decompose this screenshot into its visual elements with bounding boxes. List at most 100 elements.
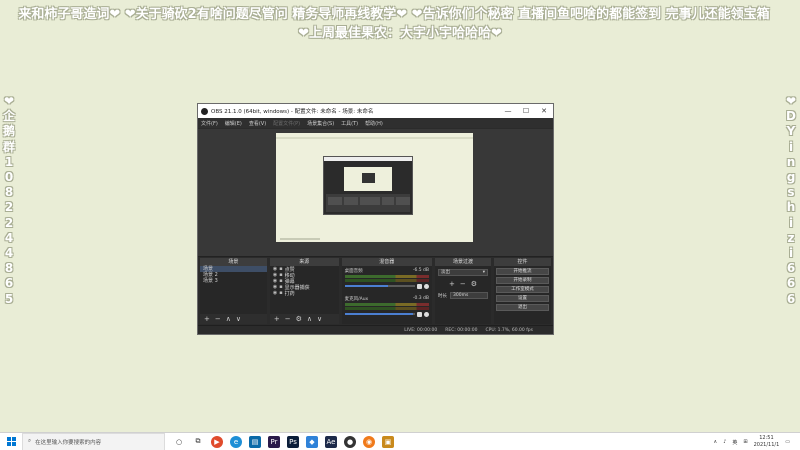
channel-name: 麦克风/Aux: [344, 297, 369, 302]
vertical-char: 1: [4, 154, 14, 169]
gear-icon[interactable]: [424, 283, 429, 289]
right-vertical-text: ❤ D Y i n g s h i z i 6 6 6: [783, 94, 799, 307]
remove-scene-button[interactable]: −: [215, 315, 221, 323]
source-item[interactable]: ◉ ▪ 打药: [270, 290, 339, 297]
scenes-toolbar: + − ∧ ∨: [200, 314, 267, 324]
volume-fill: [344, 313, 413, 315]
media-player-icon[interactable]: ▶: [211, 435, 223, 448]
start-streaming-button[interactable]: 开始推流: [496, 268, 549, 275]
audio-meter: [344, 303, 429, 306]
gear-icon[interactable]: [424, 311, 429, 317]
start-recording-button[interactable]: 开始录制: [496, 277, 549, 284]
volume-slider[interactable]: [344, 313, 415, 315]
search-icon: ⌕: [28, 438, 32, 444]
menu-view[interactable]: 查看(V): [249, 120, 266, 127]
remove-transition-button[interactable]: −: [460, 280, 466, 288]
notification-icon[interactable]: ▭: [785, 439, 790, 445]
vertical-char: s: [787, 185, 795, 200]
add-scene-button[interactable]: +: [204, 315, 210, 323]
gear-icon[interactable]: ⚙: [296, 315, 302, 323]
after-effects-icon[interactable]: Ae: [325, 435, 337, 448]
vertical-char: 4: [4, 230, 14, 245]
transition-buttons: + − ⚙: [435, 280, 491, 288]
vertical-char: 2: [4, 200, 14, 215]
sources-dock-title: 来源: [269, 258, 339, 266]
menu-help[interactable]: 帮助(H): [365, 120, 383, 127]
sources-toolbar: + − ⚙ ∧ ∨: [269, 314, 339, 324]
duration-row: 时长 300ms: [438, 292, 489, 299]
grid-icon[interactable]: ⊞: [743, 439, 747, 445]
maximize-button[interactable]: ☐: [517, 107, 535, 115]
vertical-char: 0: [4, 170, 14, 185]
minimize-button[interactable]: —: [499, 107, 517, 115]
gear-icon[interactable]: ⚙: [471, 280, 477, 288]
remove-source-button[interactable]: −: [285, 315, 291, 323]
taskbar-clock[interactable]: 12:51 2021/11/1: [754, 435, 780, 449]
move-up-icon[interactable]: ∧: [307, 315, 312, 323]
app-icon[interactable]: ▣: [382, 435, 394, 448]
speaker-icon[interactable]: [417, 283, 422, 289]
mixer-channel-mic: 麦克风/Aux -0.3 dB: [342, 294, 432, 322]
speaker-icon[interactable]: ♪: [723, 439, 726, 445]
transition-select[interactable]: 淡出 ▾: [438, 269, 489, 276]
nested-dock-block: [360, 197, 380, 205]
menu-tools[interactable]: 工具(T): [341, 120, 358, 127]
eye-icon[interactable]: ◉: [273, 290, 277, 296]
window-titlebar[interactable]: OBS 21.1.0 (64bit, windows) - 配置文件: 未命名 …: [198, 104, 553, 118]
preview-area[interactable]: [198, 129, 553, 257]
nested-dock-block: [328, 197, 342, 205]
exit-button[interactable]: 退出: [496, 304, 549, 311]
app-icon[interactable]: ◆: [306, 435, 318, 448]
add-transition-button[interactable]: +: [449, 280, 455, 288]
speaker-icon[interactable]: [417, 311, 422, 317]
vertical-char: 5: [4, 291, 14, 306]
move-down-icon[interactable]: ∨: [317, 315, 322, 323]
channel-db: -6.5 dB: [412, 268, 429, 273]
menu-file[interactable]: 文件(F): [201, 120, 218, 127]
dock-row: 场景 场景 场景 2 场景 3 + − ∧ ∨ 来源 ◉ ▪ 点赞 ◉ ▪ 移动 ◉ ▪ 弹…: [198, 257, 553, 327]
channel-name: 桌面音频: [344, 269, 363, 274]
start-button[interactable]: [0, 433, 22, 450]
explorer-icon[interactable]: ▤: [249, 435, 261, 448]
photoshop-icon[interactable]: Ps: [287, 435, 299, 448]
move-up-icon[interactable]: ∧: [226, 315, 231, 323]
duration-input[interactable]: 300ms: [450, 292, 489, 299]
task-view-icon[interactable]: ⧉: [192, 436, 204, 448]
vertical-char: 8: [4, 261, 14, 276]
obs-taskbar-icon[interactable]: ●: [344, 435, 356, 448]
volume-slider[interactable]: [344, 285, 415, 287]
vertical-char: 2: [4, 215, 14, 230]
cortana-icon[interactable]: ○: [173, 436, 185, 448]
vertical-char: ❤: [3, 94, 15, 108]
vertical-char: n: [786, 154, 796, 169]
browser-icon[interactable]: ◉: [363, 435, 375, 448]
edge-icon[interactable]: e: [230, 435, 242, 448]
move-down-icon[interactable]: ∨: [236, 315, 241, 323]
scenes-dock: 场景 场景 场景 2 场景 3 + − ∧ ∨: [200, 258, 267, 324]
menu-profile[interactable]: 配置文件(P): [273, 120, 300, 127]
add-source-button[interactable]: +: [274, 315, 280, 323]
close-button[interactable]: ✕: [535, 107, 553, 115]
scene-item[interactable]: 场景 3: [200, 278, 267, 284]
vertical-char: i: [788, 139, 794, 154]
menu-scene-collection[interactable]: 场景集合(S): [307, 120, 334, 127]
chevron-down-icon: ▾: [482, 270, 486, 275]
vertical-char: 鹅: [2, 124, 15, 139]
audio-meter: [344, 275, 429, 278]
menu-edit[interactable]: 编辑(E): [225, 120, 242, 127]
vertical-char: 企: [2, 109, 15, 124]
live-timer: LIVE: 00:00:00: [404, 327, 438, 333]
studio-mode-button[interactable]: 工作室模式: [496, 286, 549, 293]
premiere-icon[interactable]: Pr: [268, 435, 280, 448]
ime-indicator[interactable]: 英: [732, 439, 737, 446]
preview-canvas[interactable]: [276, 133, 473, 242]
settings-button[interactable]: 设置: [496, 295, 549, 302]
chevron-up-icon[interactable]: ∧: [714, 439, 718, 445]
vertical-char: z: [787, 230, 795, 245]
top-banner-text: 来和柿子哥造词❤ ❤关于骑砍2有啥问题尽管问 精务导师再线教学❤ ❤告诉你们个秘…: [18, 7, 770, 22]
vertical-char: 6: [786, 261, 796, 276]
sources-dock: 来源 ◉ ▪ 点赞 ◉ ▪ 移动 ◉ ▪ 弹幕 ◉ ▪ 显示器捕获 ◉ ▪ 打药 + − ⚙ ∧ ∨: [269, 258, 339, 324]
window-title: OBS 21.1.0 (64bit, windows) - 配置文件: 未命名 …: [211, 109, 374, 115]
taskbar-search-box[interactable]: ⌕ 在这里输入你要搜索的内容: [22, 432, 165, 450]
lock-icon[interactable]: ▪: [279, 290, 282, 296]
